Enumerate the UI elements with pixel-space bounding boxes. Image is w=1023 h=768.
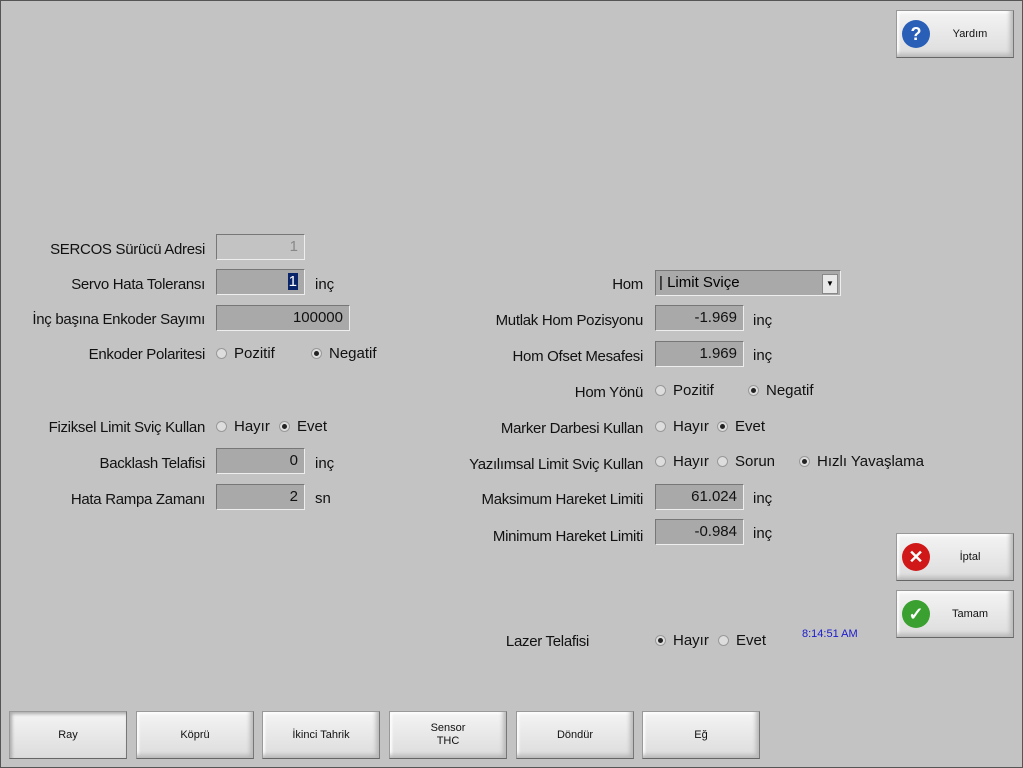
chevron-down-icon[interactable]: ▼ bbox=[822, 274, 838, 294]
cancel-button[interactable]: ✕ İptal bbox=[896, 533, 1014, 581]
hom-dir-negatif[interactable]: Negatif bbox=[748, 382, 814, 399]
encoder-polarity-label: Enkoder Polaritesi bbox=[88, 346, 206, 363]
tab-dondur[interactable]: Döndür bbox=[516, 711, 634, 759]
cancel-label: İptal bbox=[959, 551, 981, 563]
max-limit-field[interactable]: 61.024 bbox=[655, 484, 744, 510]
hom-dir-label: Hom Yönü bbox=[574, 384, 644, 401]
soft-limit-label: Yazılımsal Limit Sviç Kullan bbox=[469, 456, 643, 473]
encoder-polarity-negatif[interactable]: Negatif bbox=[311, 345, 377, 362]
backlash-unit: inç bbox=[315, 455, 335, 472]
help-button[interactable]: ? Yardım bbox=[896, 10, 1014, 58]
radio-label: Hayır bbox=[234, 418, 270, 435]
radio-label: Evet bbox=[297, 418, 328, 435]
min-limit-field[interactable]: -0.984 bbox=[655, 519, 744, 545]
tab-eg[interactable]: Eğ bbox=[642, 711, 760, 759]
tab-label: Ray bbox=[58, 729, 78, 741]
radio-label: Hayır bbox=[673, 453, 709, 470]
radio-icon bbox=[655, 456, 666, 467]
abs-hom-label: Mutlak Hom Pozisyonu bbox=[495, 312, 644, 329]
radio-label: Negatif bbox=[329, 345, 377, 362]
radio-label: Pozitif bbox=[234, 345, 275, 362]
clock: 8:14:51 AM bbox=[802, 628, 858, 640]
hom-offset-label: Hom Ofset Mesafesi bbox=[512, 348, 644, 365]
encoder-count-field[interactable]: 100000 bbox=[216, 305, 350, 331]
tab-label: Döndür bbox=[556, 729, 594, 741]
radio-label: Negatif bbox=[766, 382, 814, 399]
marker-label: Marker Darbesi Kullan bbox=[500, 420, 643, 437]
hom-offset-field[interactable]: 1.969 bbox=[655, 341, 744, 367]
hom-label: Hom bbox=[612, 276, 643, 293]
radio-label: Evet bbox=[736, 632, 767, 649]
radio-label: Hayır bbox=[673, 418, 709, 435]
soft-limit-sorun[interactable]: Sorun bbox=[717, 453, 775, 470]
radio-icon bbox=[748, 385, 759, 396]
radio-icon bbox=[655, 385, 666, 396]
radio-label: Hızlı Yavaşlama bbox=[817, 453, 924, 470]
radio-icon bbox=[799, 456, 810, 467]
soft-limit-hizli[interactable]: Hızlı Yavaşlama bbox=[799, 453, 924, 470]
tab-label: Eğ bbox=[694, 729, 708, 741]
radio-icon bbox=[655, 421, 666, 432]
phys-limit-hayir[interactable]: Hayır bbox=[216, 418, 270, 435]
hom-value: | Limit Sviçe bbox=[659, 274, 740, 291]
backlash-field[interactable]: 0 bbox=[216, 448, 305, 474]
max-limit-unit: inç bbox=[753, 490, 773, 507]
radio-icon bbox=[655, 635, 666, 646]
laser-hayir[interactable]: Hayır bbox=[655, 632, 709, 649]
tab-ray[interactable]: Ray bbox=[9, 711, 127, 759]
window-frame bbox=[0, 0, 1023, 768]
max-limit-label: Maksimum Hareket Limiti bbox=[481, 491, 644, 508]
marker-evet[interactable]: Evet bbox=[717, 418, 765, 435]
laser-label: Lazer Telafisi bbox=[505, 633, 589, 650]
ramp-unit: sn bbox=[315, 490, 331, 507]
tab-sensor-thc[interactable]: Sensor THC bbox=[389, 711, 507, 759]
marker-hayir[interactable]: Hayır bbox=[655, 418, 709, 435]
ok-label: Tamam bbox=[951, 608, 989, 620]
tab-label: Köprü bbox=[180, 729, 210, 741]
radio-icon bbox=[311, 348, 322, 359]
tab-ikinci-tahrik[interactable]: İkinci Tahrik bbox=[262, 711, 380, 759]
check-icon: ✓ bbox=[902, 600, 930, 628]
question-icon: ? bbox=[902, 20, 930, 48]
help-label: Yardım bbox=[952, 28, 988, 40]
radio-icon bbox=[717, 421, 728, 432]
phys-limit-label: Fiziksel Limit Sviç Kullan bbox=[48, 419, 206, 436]
hom-dir-pozitif[interactable]: Pozitif bbox=[655, 382, 714, 399]
servo-label: Servo Hata Toleransı bbox=[71, 276, 205, 293]
radio-icon bbox=[717, 456, 728, 467]
sercos-field: 1 bbox=[216, 234, 305, 260]
radio-icon bbox=[216, 348, 227, 359]
ramp-label: Hata Rampa Zamanı bbox=[70, 491, 205, 508]
tab-kopru[interactable]: Köprü bbox=[136, 711, 254, 759]
encoder-polarity-pozitif[interactable]: Pozitif bbox=[216, 345, 275, 362]
sercos-label: SERCOS Sürücü Adresi bbox=[50, 241, 205, 258]
tab-label: Sensor THC bbox=[430, 722, 466, 747]
phys-limit-evet[interactable]: Evet bbox=[279, 418, 327, 435]
radio-label: Sorun bbox=[735, 453, 776, 470]
ramp-field[interactable]: 2 bbox=[216, 484, 305, 510]
abs-hom-field[interactable]: -1.969 bbox=[655, 305, 744, 331]
min-limit-label: Minimum Hareket Limiti bbox=[492, 528, 643, 545]
radio-label: Pozitif bbox=[673, 382, 714, 399]
radio-label: Evet bbox=[735, 418, 766, 435]
tab-label: İkinci Tahrik bbox=[292, 729, 350, 741]
servo-unit: inç bbox=[315, 276, 335, 293]
servo-value: 1 bbox=[287, 273, 298, 290]
laser-evet[interactable]: Evet bbox=[718, 632, 766, 649]
servo-field[interactable]: 1 bbox=[216, 269, 305, 295]
radio-icon bbox=[718, 635, 729, 646]
radio-icon bbox=[216, 421, 227, 432]
radio-icon bbox=[279, 421, 290, 432]
soft-limit-hayir[interactable]: Hayır bbox=[655, 453, 709, 470]
min-limit-unit: inç bbox=[753, 525, 773, 542]
x-icon: ✕ bbox=[902, 543, 930, 571]
radio-label: Hayır bbox=[673, 632, 709, 649]
hom-offset-unit: inç bbox=[753, 347, 773, 364]
abs-hom-unit: inç bbox=[753, 312, 773, 329]
hom-select[interactable]: | Limit Sviçe ▼ bbox=[655, 270, 841, 296]
backlash-label: Backlash Telafisi bbox=[99, 455, 205, 472]
encoder-count-label: İnç başına Enkoder Sayımı bbox=[32, 311, 205, 328]
ok-button[interactable]: ✓ Tamam bbox=[896, 590, 1014, 638]
